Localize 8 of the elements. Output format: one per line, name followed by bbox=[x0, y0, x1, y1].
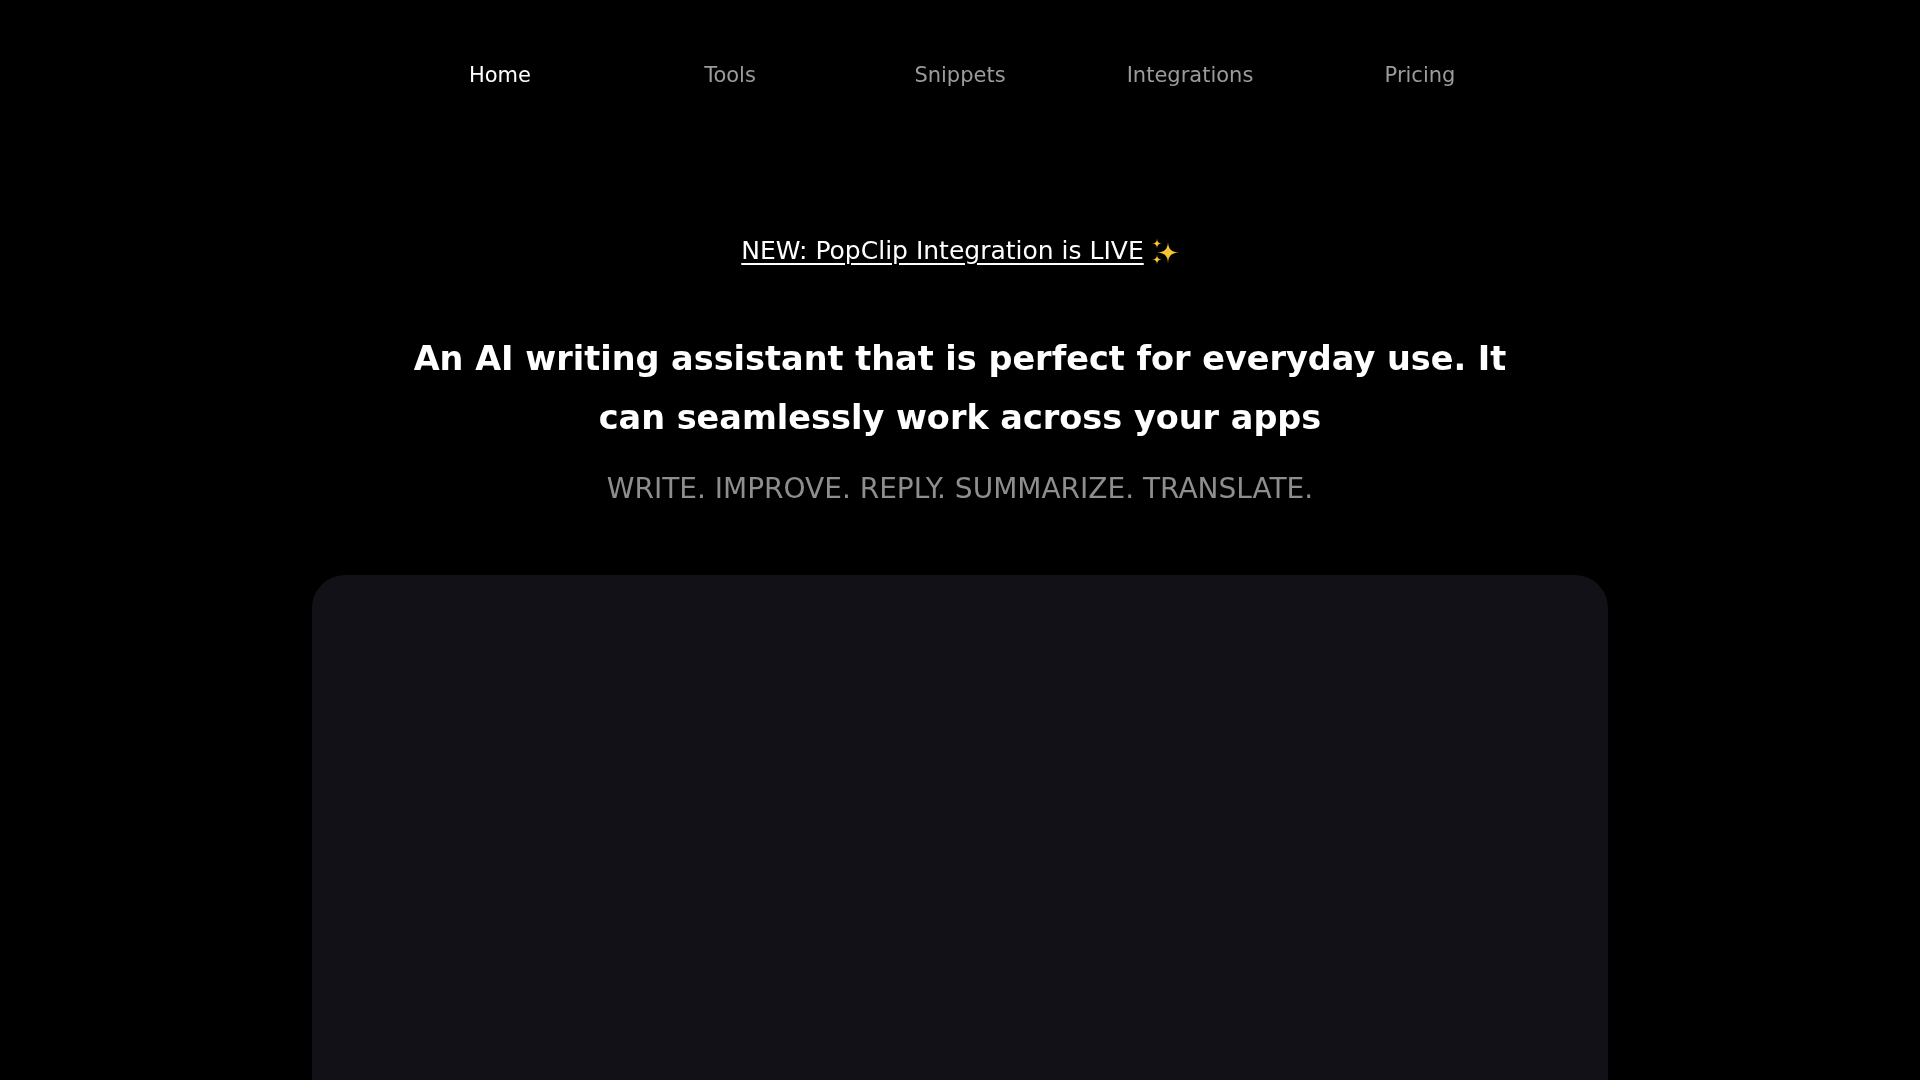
nav-link[interactable]: Integrations bbox=[1126, 60, 1254, 90]
announcement-link[interactable]: NEW: PopClip Integration is LIVE bbox=[741, 233, 1144, 269]
nav-link[interactable]: Home bbox=[469, 60, 531, 90]
nav-link[interactable]: Pricing bbox=[1384, 60, 1456, 90]
feature-tagline: WRITE. IMPROVE. REPLY. SUMMARIZE. TRANSLATE. bbox=[606, 471, 1314, 507]
hero-headline: An AI writing assistant that is perfect for everyday use. It can seamlessly work across your apps bbox=[412, 338, 1508, 439]
nav-link[interactable]: Snippets bbox=[914, 60, 1006, 90]
nav-link[interactable]: Tools bbox=[704, 60, 756, 90]
